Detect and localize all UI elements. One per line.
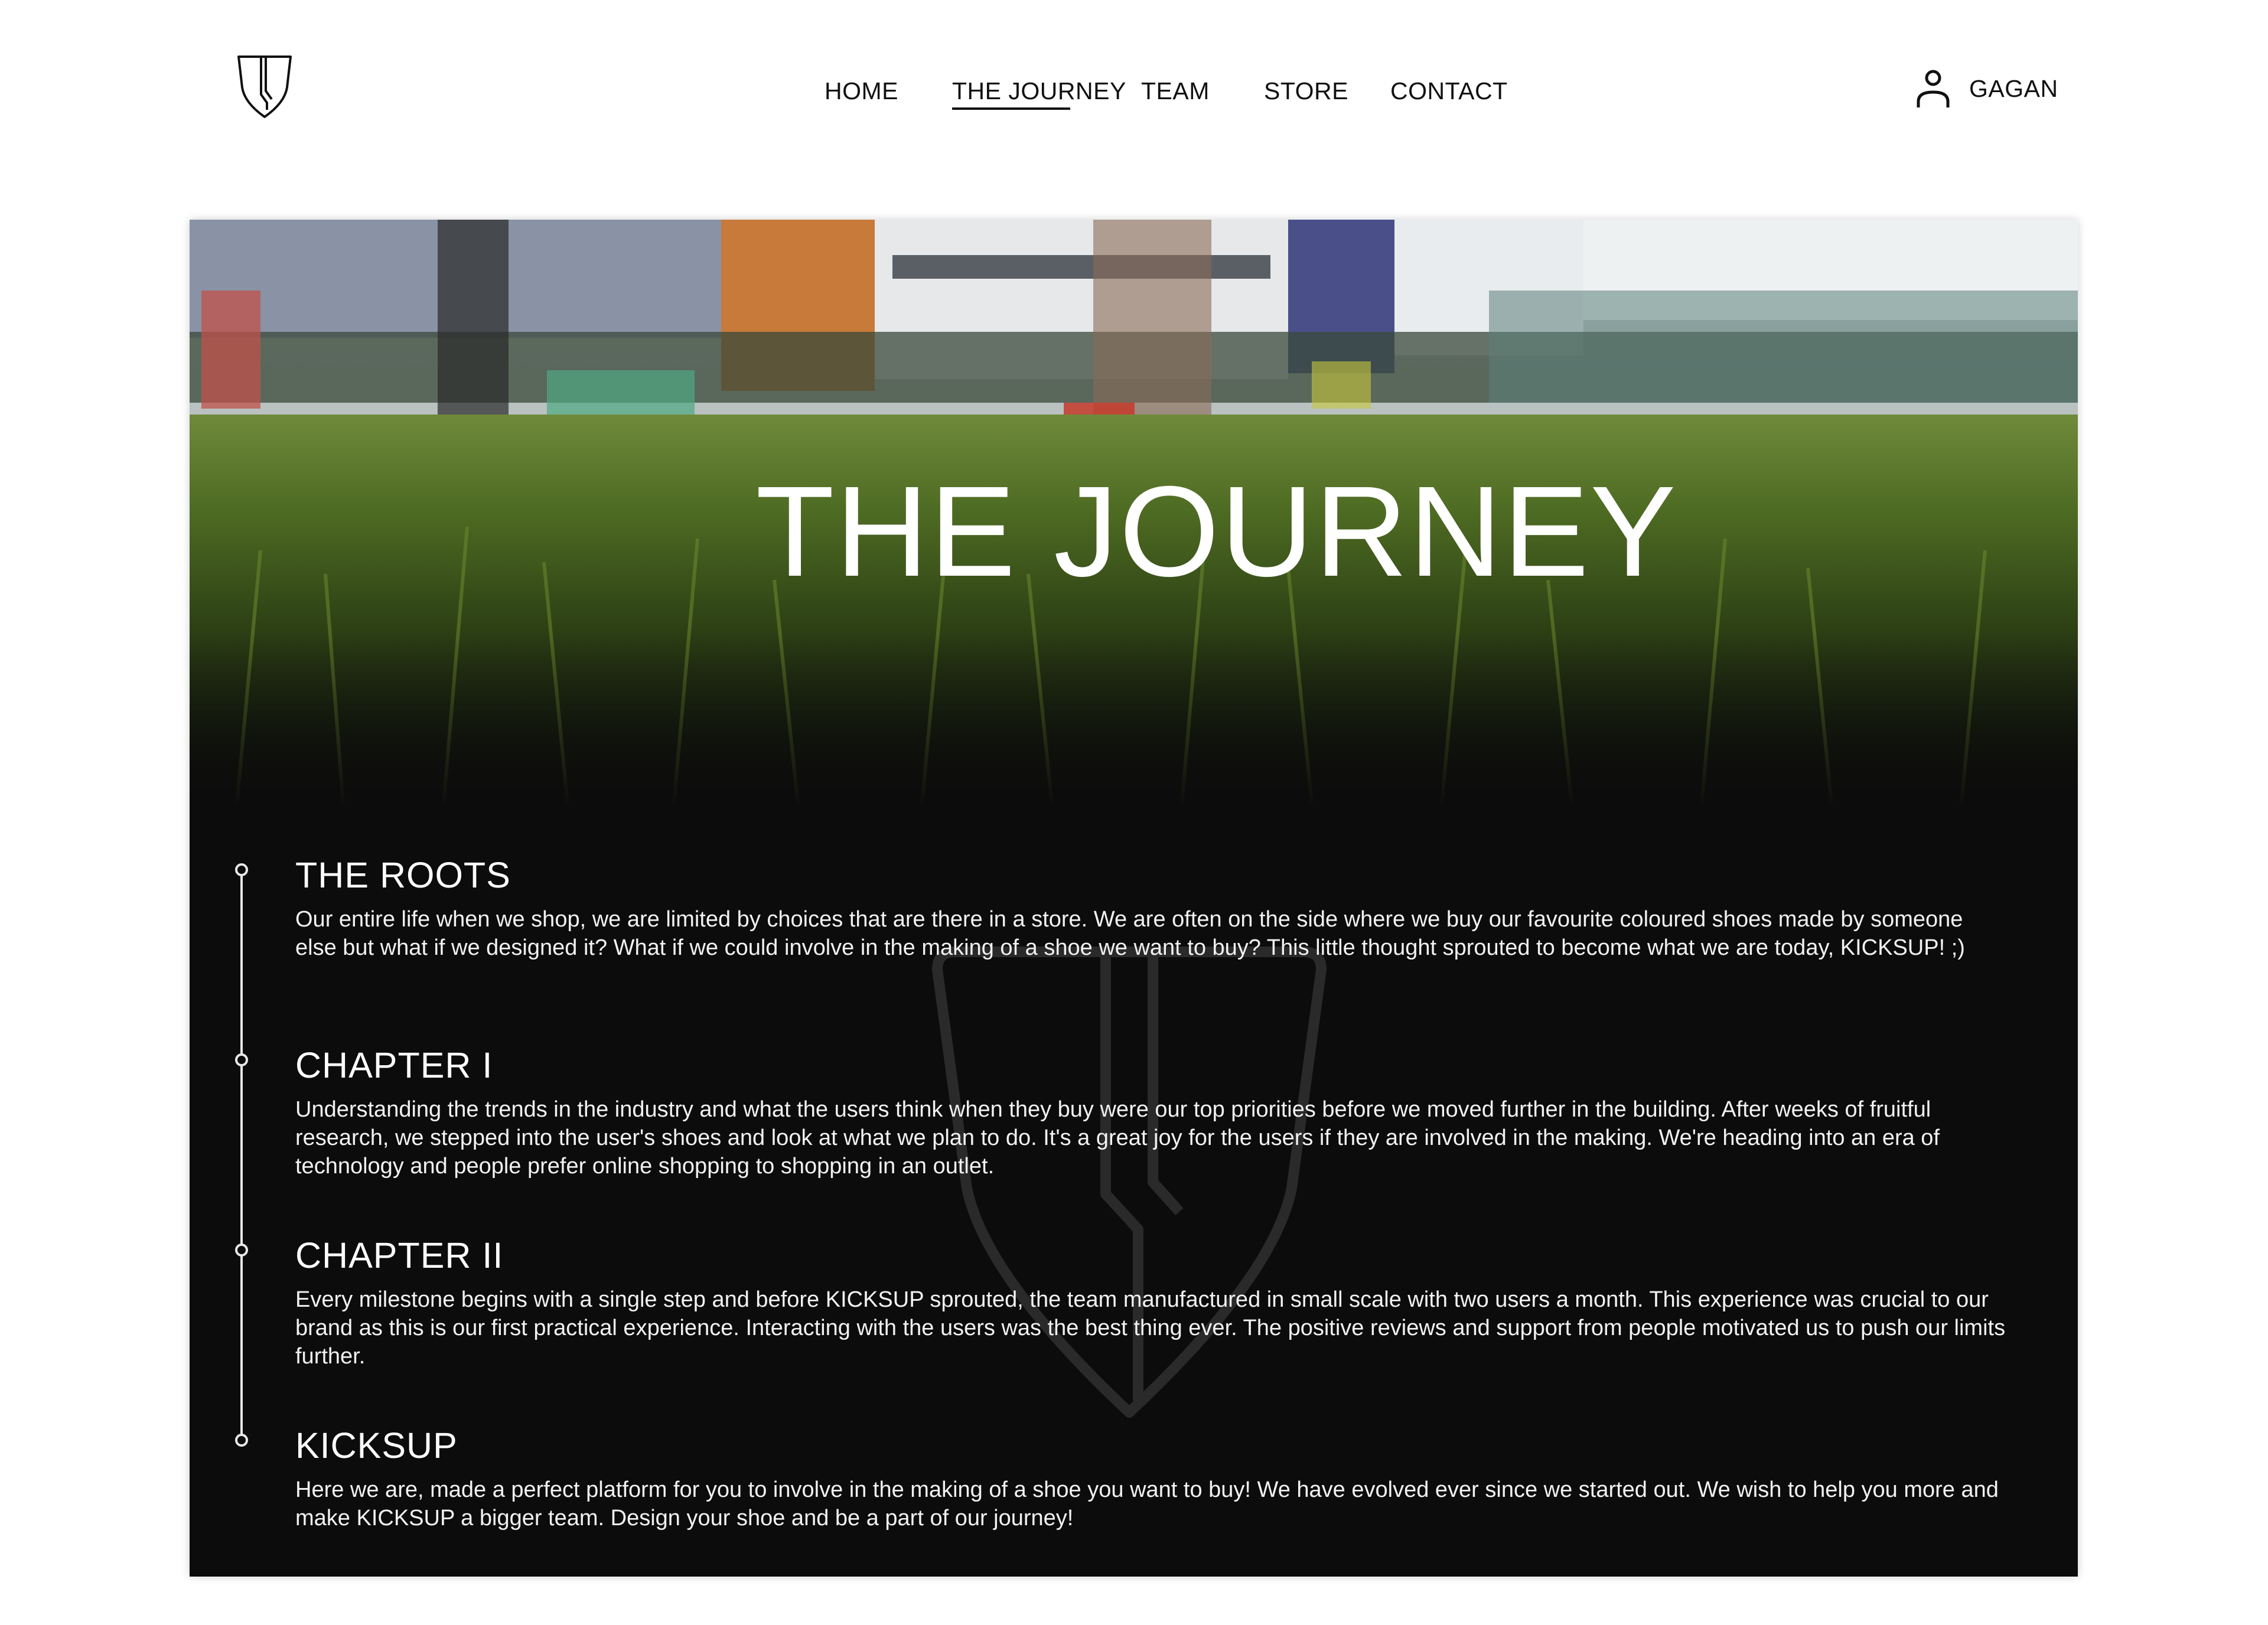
section-text: Here we are, made a perfect platform for… (295, 1477, 1999, 1531)
journey-card: THE JOURNEY THE ROOTS Our entire life wh… (190, 220, 2078, 1577)
section-heading: KICKSUP (295, 1425, 458, 1466)
site-header: HOME THE JOURNEY TEAM STORE CONTACT GAGA… (0, 0, 2268, 177)
nav-the-journey[interactable]: THE JOURNEY (952, 76, 1126, 110)
timeline-section-chapter-2: CHAPTER II Every milestone begins with a… (295, 1238, 2008, 1371)
nav-store[interactable]: STORE (1264, 76, 1348, 106)
user-icon[interactable] (1915, 68, 1951, 109)
timeline-dot (235, 1053, 248, 1066)
user-account[interactable]: GAGAN (1915, 65, 2058, 112)
section-heading: CHAPTER I (295, 1045, 493, 1085)
timeline-dot (235, 1434, 248, 1447)
timeline-line (240, 870, 243, 1440)
hero-title: THE JOURNEY (755, 460, 1677, 603)
section-text: Every milestone begins with a single ste… (295, 1287, 2006, 1369)
nav-contact[interactable]: CONTACT (1390, 76, 1508, 106)
timeline-section-kicksup: KICKSUP Here we are, made a perfect plat… (295, 1428, 2008, 1532)
section-text: Our entire life when we shop, we are lim… (295, 907, 1965, 960)
section-heading: THE ROOTS (295, 855, 511, 895)
timeline-section-chapter-1: CHAPTER I Understanding the trends in th… (295, 1048, 2008, 1180)
timeline-dot (235, 863, 248, 876)
timeline-dot (235, 1244, 248, 1257)
hero-banner: THE JOURNEY (190, 220, 2078, 810)
user-name[interactable]: GAGAN (1969, 75, 2058, 103)
section-heading: CHAPTER II (295, 1235, 504, 1275)
nav-team[interactable]: TEAM (1141, 76, 1210, 106)
nav-home[interactable]: HOME (825, 76, 898, 106)
section-text: Understanding the trends in the industry… (295, 1097, 1940, 1179)
timeline-section-roots: THE ROOTS Our entire life when we shop, … (295, 857, 2008, 962)
